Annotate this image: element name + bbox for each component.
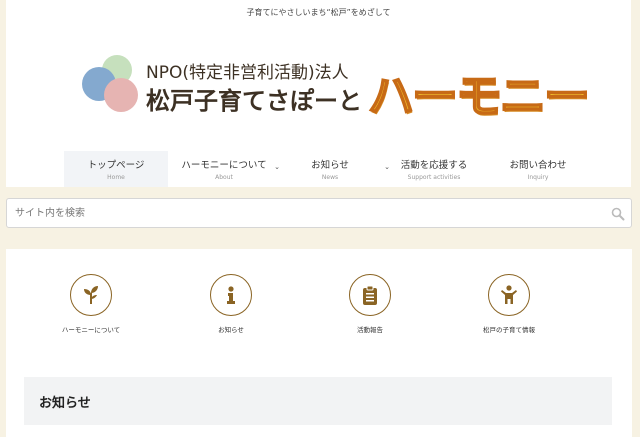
nav-item-about[interactable]: ハーモニーについて About ⌄ bbox=[172, 151, 280, 187]
quick-link-label: 活動報告 bbox=[357, 326, 383, 334]
quick-link-news[interactable]: お知らせ bbox=[176, 274, 286, 334]
clipboard-icon bbox=[349, 274, 391, 316]
nav-item-inquiry[interactable]: お問い合わせ Inquiry bbox=[486, 151, 590, 187]
logo-circle-pink bbox=[104, 78, 138, 112]
nav-item-sublabel: Inquiry bbox=[527, 174, 549, 181]
news-section: お知らせ bbox=[24, 377, 612, 425]
person-icon bbox=[488, 274, 530, 316]
nav-item-label: お問い合わせ bbox=[509, 160, 567, 171]
logo-org-name: 松戸子育てさぽーと bbox=[146, 87, 362, 115]
nav-item-sublabel: About bbox=[215, 174, 233, 181]
quick-link-childcare-info[interactable]: 松戸の子育て情報 bbox=[454, 274, 564, 334]
sprout-icon bbox=[70, 274, 112, 316]
site-header: 子育てにやさしいまち“松戸”をめざして NPO(特定非営利活動)法人 松戸子育て… bbox=[6, 0, 631, 187]
nav-item-sublabel: Home bbox=[107, 174, 125, 181]
quick-link-label: ハーモニーについて bbox=[61, 326, 121, 334]
global-nav: トップページ Home ハーモニーについて About ⌄ お知らせ News … bbox=[64, 151, 619, 187]
news-section-title: お知らせ bbox=[39, 396, 91, 411]
quick-link-label: お知らせ bbox=[218, 326, 244, 334]
nav-item-news[interactable]: お知らせ News ⌄ bbox=[278, 151, 390, 187]
nav-item-label: トップページ bbox=[87, 160, 145, 171]
quick-link-report[interactable]: 活動報告 bbox=[315, 274, 425, 334]
nav-item-label: お知らせ bbox=[311, 160, 349, 171]
nav-item-sublabel: News bbox=[321, 174, 339, 181]
quick-link-about[interactable]: ハーモニーについて bbox=[36, 274, 146, 334]
search-input[interactable] bbox=[7, 199, 607, 227]
quick-link-label: 松戸の子育て情報 bbox=[483, 326, 535, 334]
nav-item-label: 活動を応援する bbox=[400, 160, 468, 171]
nav-item-label: ハーモニーについて bbox=[181, 160, 267, 171]
site-logo[interactable]: NPO(特定非営利活動)法人 松戸子育てさぽーと ハーモニー bbox=[76, 48, 591, 124]
info-icon bbox=[210, 274, 252, 316]
nav-item-support[interactable]: 活動を応援する Support activities bbox=[382, 151, 486, 187]
main-content: ハーモニーについて お知らせ 活動報告 松戸の子育て情報 お知らせ bbox=[6, 249, 632, 437]
nav-item-sublabel: Support activities bbox=[407, 174, 461, 181]
nav-item-home[interactable]: トップページ Home bbox=[64, 151, 168, 187]
logo-org-type: NPO(特定非営利活動)法人 bbox=[146, 63, 349, 83]
site-search bbox=[6, 198, 632, 228]
search-icon[interactable] bbox=[611, 206, 625, 221]
logo-harmony-wordmark: ハーモニー bbox=[367, 68, 591, 124]
site-tagline: 子育てにやさしいまち“松戸”をめざして bbox=[246, 8, 391, 17]
